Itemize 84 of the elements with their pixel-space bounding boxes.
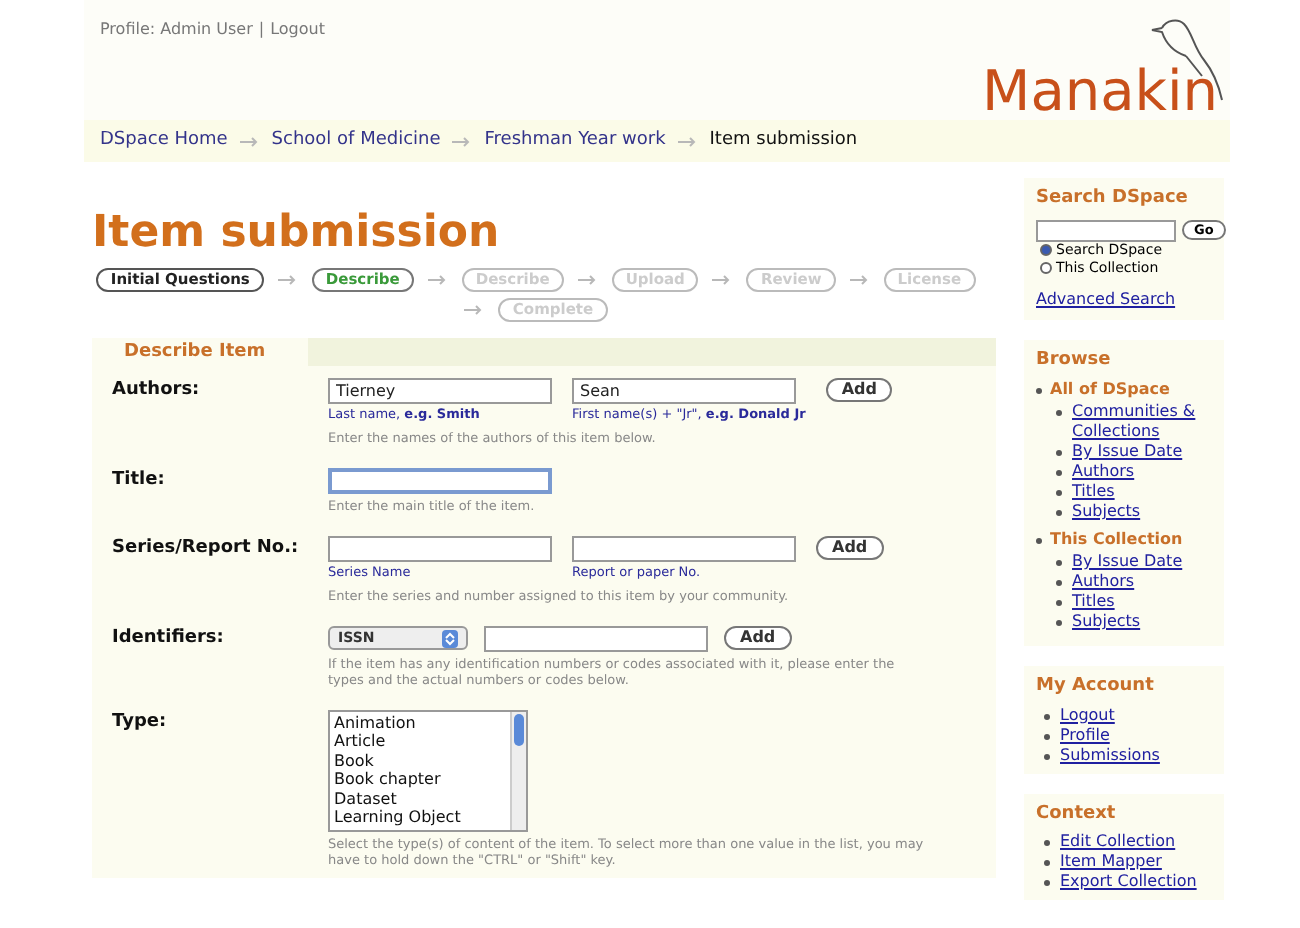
- circle-bullet-icon: [1056, 620, 1062, 626]
- circle-bullet-icon: [1056, 510, 1062, 516]
- arrow-icon: [452, 135, 473, 147]
- sidebar-link[interactable]: Logout: [1060, 705, 1115, 725]
- text-input[interactable]: [484, 625, 708, 651]
- bullet-icon: [1044, 713, 1050, 719]
- circle-bullet-icon: [1056, 450, 1062, 456]
- sidebar-link[interactable]: Subjects: [1072, 502, 1141, 522]
- arrow-icon: [577, 274, 598, 286]
- separator-text: |: [258, 18, 265, 42]
- arrow-icon: [239, 135, 260, 147]
- sidebar-link[interactable]: Authors: [1072, 462, 1135, 482]
- text-input[interactable]: [328, 535, 552, 562]
- text-input[interactable]: Sean: [572, 378, 796, 404]
- circle-bullet-icon: [1056, 470, 1062, 476]
- bullet-icon: [1036, 387, 1042, 393]
- advanced-search-link[interactable]: Advanced Search: [1036, 287, 1212, 311]
- sidebar-link[interactable]: By Issue Date: [1072, 442, 1183, 462]
- page-title: Item submission: [92, 210, 502, 258]
- field-label: Identifiers:: [112, 625, 226, 651]
- field-label: Authors:: [112, 378, 202, 404]
- circle-bullet-icon: [1056, 600, 1062, 606]
- list-option[interactable]: Book: [330, 751, 510, 770]
- sidebar-link[interactable]: Profile: [1060, 725, 1110, 745]
- arrow-icon: [464, 304, 485, 316]
- add-button[interactable]: Add: [816, 535, 884, 560]
- bullet-icon: [1036, 537, 1042, 543]
- circle-bullet-icon: [1056, 410, 1062, 416]
- breadcrumb-link[interactable]: School of Medicine: [271, 127, 441, 155]
- sidebar-link[interactable]: Item Mapper: [1060, 852, 1162, 872]
- field-label: Title:: [112, 467, 167, 494]
- text-input[interactable]: Tierney: [328, 378, 552, 404]
- radio-button[interactable]: [1040, 244, 1052, 256]
- list-option[interactable]: Learning Object: [330, 808, 510, 827]
- sidebar-link[interactable]: Export Collection: [1060, 872, 1197, 892]
- bullet-icon: [1044, 880, 1050, 886]
- group-title: This Collection: [1050, 528, 1183, 552]
- search-field[interactable]: [1036, 219, 1176, 241]
- bullet-icon: [1044, 840, 1050, 846]
- radio-button[interactable]: [1040, 262, 1052, 274]
- panel-title: Browse: [1036, 347, 1113, 373]
- type-listbox[interactable]: Animation Article Book Book chapter Dataset Learning Object: [328, 709, 528, 831]
- circle-bullet-icon: [1056, 580, 1062, 586]
- arrow-icon: [277, 274, 298, 286]
- circle-bullet-icon: [1056, 560, 1062, 566]
- breadcrumb-link[interactable]: Freshman Year work: [484, 127, 666, 155]
- field-label: Type:: [112, 709, 169, 735]
- arrow-icon: [677, 135, 698, 147]
- arrow-icon: [427, 274, 448, 286]
- section-title: Describe Item: [92, 338, 308, 366]
- breadcrumb-link[interactable]: Item submission: [709, 127, 858, 155]
- sidebar-link[interactable]: Titles: [1072, 482, 1115, 502]
- scrollbar[interactable]: [510, 711, 526, 829]
- field-label: Series/Report No.:: [112, 535, 301, 562]
- dropdown-arrows-icon: [442, 629, 458, 647]
- sidebar-link[interactable]: Authors: [1072, 572, 1135, 592]
- sidebar-link[interactable]: Subjects: [1072, 612, 1141, 632]
- sidebar-link[interactable]: Titles: [1072, 592, 1115, 612]
- bullet-icon: [1044, 733, 1050, 739]
- group-title: All of DSpace: [1050, 378, 1170, 402]
- list-option[interactable]: Article: [330, 732, 510, 751]
- list-option[interactable]: Dataset: [330, 789, 510, 808]
- profile-text: Profile: Admin User: [100, 18, 253, 42]
- sidebar-link[interactable]: Communities & Collections: [1072, 402, 1212, 442]
- logo-text: Manakin: [982, 64, 1218, 120]
- circle-bullet-icon: [1056, 490, 1062, 496]
- text-input[interactable]: [328, 467, 552, 494]
- sidebar-link[interactable]: Edit Collection: [1060, 832, 1176, 852]
- breadcrumb-link[interactable]: DSpace Home: [100, 127, 228, 155]
- bullet-icon: [1044, 753, 1050, 759]
- arrow-icon: [712, 274, 733, 286]
- sidebar-link[interactable]: By Issue Date: [1072, 552, 1183, 572]
- add-button[interactable]: Add: [825, 378, 893, 402]
- logout-link[interactable]: Logout: [270, 18, 325, 120]
- add-button[interactable]: Add: [724, 626, 792, 650]
- sidebar-link[interactable]: Submissions: [1060, 745, 1160, 765]
- list-option[interactable]: Animation: [330, 713, 510, 732]
- panel-title: My Account: [1036, 674, 1156, 700]
- text-input[interactable]: [572, 535, 796, 562]
- bullet-icon: [1044, 860, 1050, 866]
- arrow-icon: [849, 274, 870, 286]
- panel-title: Search DSpace: [1036, 186, 1190, 212]
- panel-title: Context: [1036, 801, 1118, 827]
- list-option[interactable]: Book chapter: [330, 770, 510, 789]
